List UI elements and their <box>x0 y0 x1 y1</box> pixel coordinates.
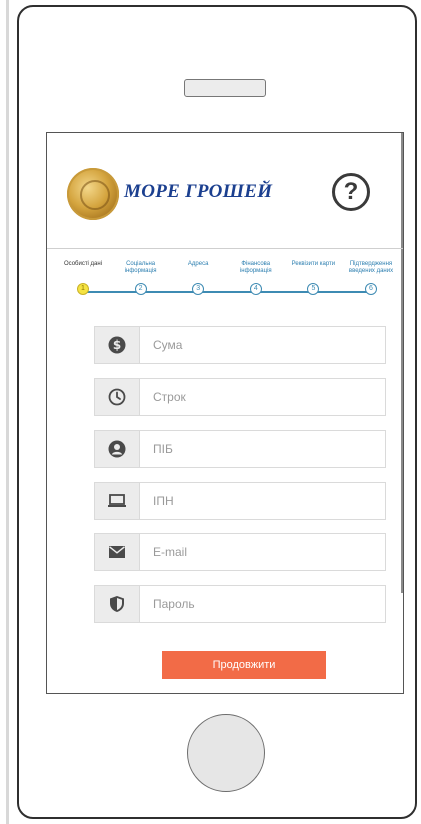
email-input[interactable] <box>140 534 384 570</box>
user-icon <box>95 431 140 467</box>
laptop-icon <box>95 483 140 519</box>
step-label: Реквізити карти <box>291 261 336 267</box>
window-left-edge <box>6 0 9 824</box>
step-number: 4 <box>249 283 262 295</box>
svg-text:$: $ <box>113 338 121 352</box>
phone-speaker <box>184 79 266 97</box>
step-number: 2 <box>134 283 147 295</box>
step-number: 3 <box>192 283 205 295</box>
full-name-input[interactable] <box>140 431 384 467</box>
envelope-icon <box>95 534 140 570</box>
step-number: 1 <box>77 283 89 295</box>
term-input[interactable] <box>140 379 384 415</box>
term-field <box>94 378 386 416</box>
phone-mockup: МОРЕ ГРОШЕЙ ? Особисті дані 1 Соціальна … <box>17 5 417 819</box>
tax-id-input[interactable] <box>140 483 384 519</box>
step-5[interactable]: Реквізити карти 5 <box>285 261 341 295</box>
step-number: 5 <box>307 283 320 295</box>
phone-screen: МОРЕ ГРОШЕЙ ? Особисті дані 1 Соціальна … <box>46 132 404 694</box>
full-name-field <box>94 430 386 468</box>
step-label: Фінансова інформація <box>239 261 272 274</box>
step-6[interactable]: Підтвердження введених даних 6 <box>343 261 399 295</box>
tax-id-field <box>94 482 386 520</box>
step-label: Підтвердження введених даних <box>348 261 394 274</box>
coin-logo-icon <box>67 168 119 220</box>
progress-stepper: Особисті дані 1 Соціальна інформація 2 А… <box>47 261 403 301</box>
question-mark-icon[interactable]: ? <box>332 173 370 211</box>
step-3[interactable]: Адреса 3 <box>170 261 226 295</box>
continue-button[interactable]: Продовжити <box>162 651 326 679</box>
password-input[interactable] <box>140 586 384 622</box>
step-1[interactable]: Особисті дані 1 <box>55 261 111 295</box>
dollar-icon: $ <box>95 327 140 363</box>
app-header: МОРЕ ГРОШЕЙ ? <box>47 133 403 249</box>
shield-icon <box>95 586 140 622</box>
amount-input[interactable] <box>140 327 384 363</box>
step-label: Особисті дані <box>63 261 103 267</box>
step-4[interactable]: Фінансова інформація 4 <box>228 261 284 295</box>
password-field <box>94 585 386 623</box>
step-label: Соціальна інформація <box>124 261 157 274</box>
email-field <box>94 533 386 571</box>
home-button[interactable] <box>187 714 265 792</box>
step-label: Адреса <box>187 261 209 267</box>
brand-name: МОРЕ ГРОШЕЙ <box>124 181 273 202</box>
clock-icon <box>95 379 140 415</box>
step-number: 6 <box>365 283 377 295</box>
step-2[interactable]: Соціальна інформація 2 <box>113 261 169 295</box>
amount-field: $ <box>94 326 386 364</box>
